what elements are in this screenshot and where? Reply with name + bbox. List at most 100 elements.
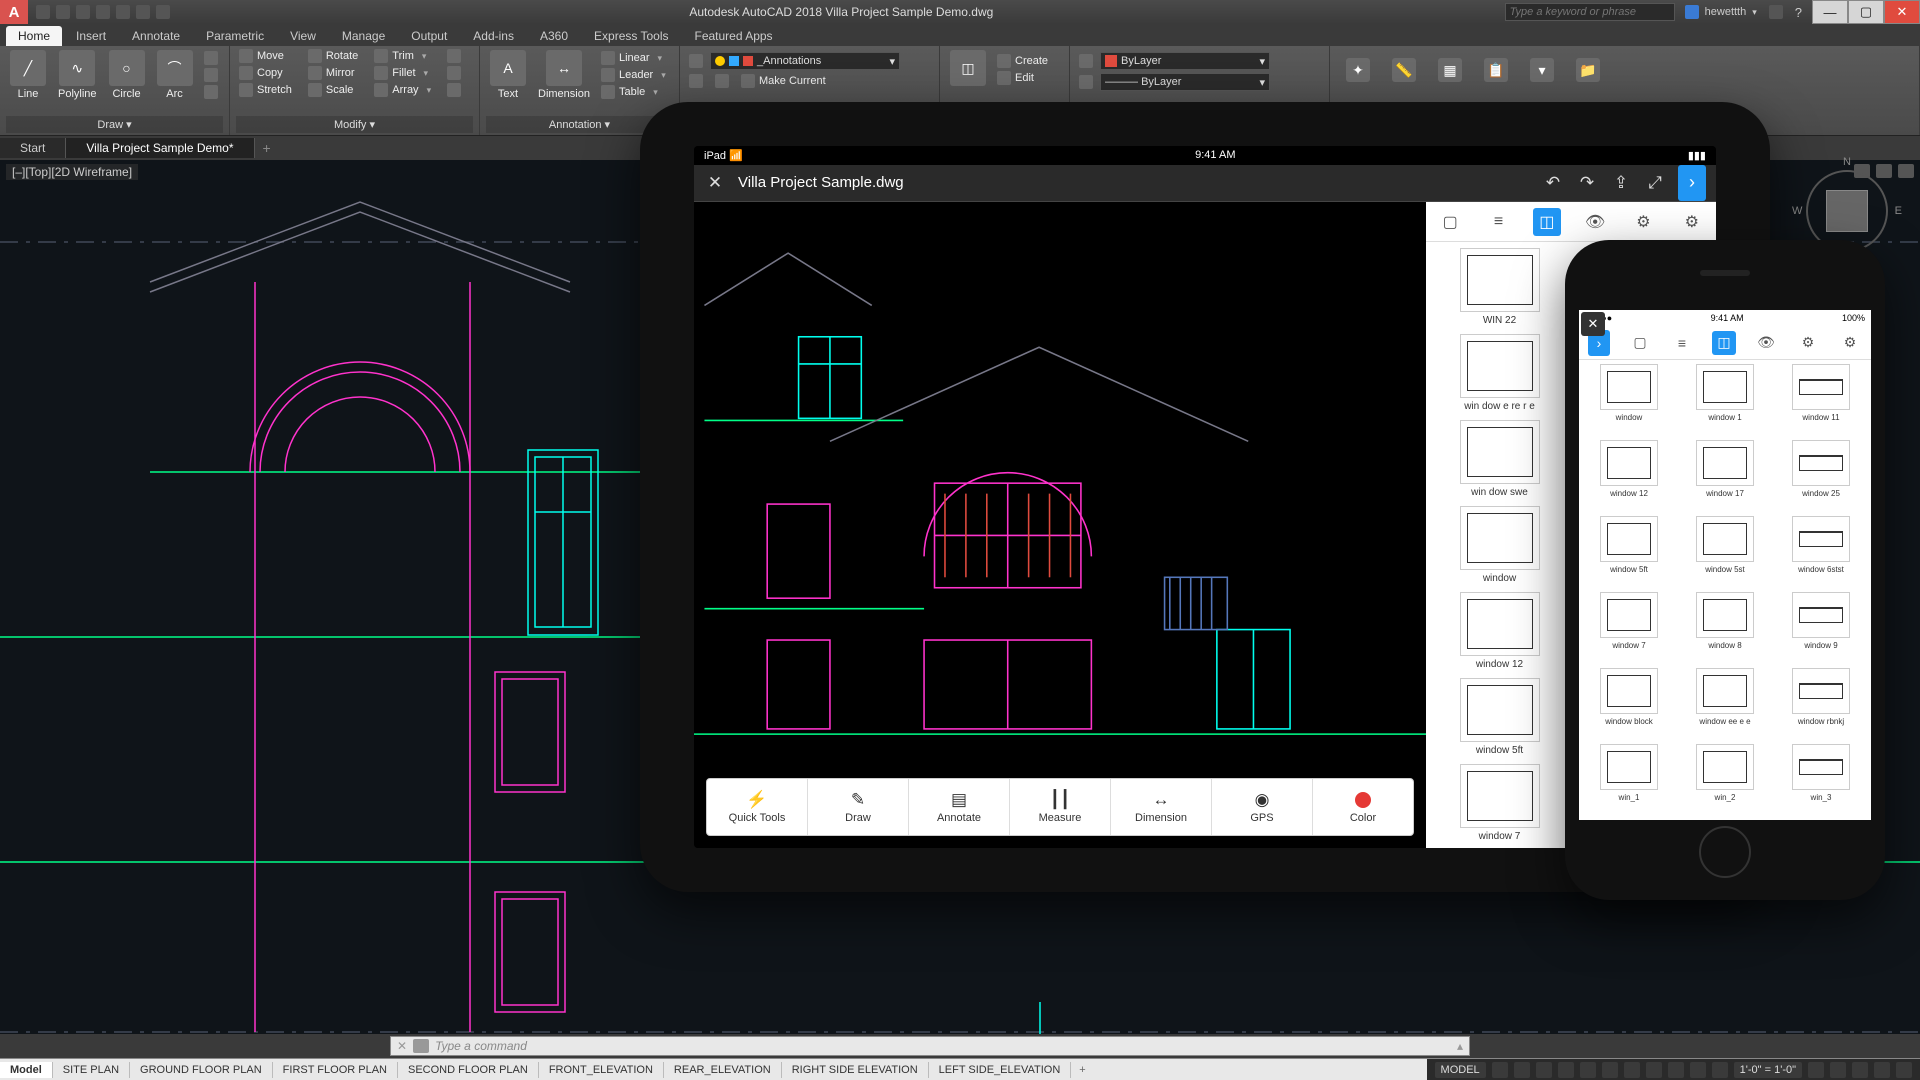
panel-modify-label[interactable]: Modify ▾ [236, 116, 473, 133]
status-osnap-icon[interactable] [1580, 1062, 1596, 1078]
layout-model[interactable]: Model [0, 1062, 53, 1078]
ipad-color[interactable]: Color [1313, 779, 1413, 835]
doctab-file[interactable]: Villa Project Sample Demo* [66, 138, 254, 158]
doctab-add[interactable]: + [255, 140, 279, 156]
layout-add[interactable]: + [1071, 1062, 1093, 1078]
offset-button[interactable] [444, 82, 464, 98]
block-item[interactable]: window ee e e [1679, 668, 1771, 740]
status-cycle-icon[interactable] [1690, 1062, 1706, 1078]
qat-open-icon[interactable] [56, 5, 70, 19]
scale-button[interactable]: Scale [305, 82, 361, 98]
qat-save-icon[interactable] [76, 5, 90, 19]
measure-button[interactable]: 📏 [1388, 56, 1420, 86]
status-iso-icon[interactable] [1830, 1062, 1846, 1078]
maximize-button[interactable]: ▢ [1848, 0, 1884, 24]
block-item[interactable]: window 12 [1583, 440, 1675, 512]
block-item[interactable]: window 7 [1432, 764, 1567, 842]
block-item[interactable]: win dow swe [1432, 420, 1567, 498]
iphone-adjust-icon[interactable]: ⚙ [1796, 331, 1820, 355]
dimension-button[interactable]: ↔Dimension [534, 48, 594, 102]
ellipse-button[interactable] [201, 67, 221, 83]
explode-button[interactable] [444, 65, 464, 81]
cmd-expand-icon[interactable]: ▴ [1457, 1039, 1463, 1053]
status-clean-icon[interactable] [1874, 1062, 1890, 1078]
tab-manage[interactable]: Manage [330, 26, 397, 46]
ipad-layouts-icon[interactable]: ▢ [1436, 208, 1464, 236]
layer-dropdown[interactable]: _Annotations▾ [710, 52, 900, 70]
erase-button[interactable] [444, 48, 464, 64]
block-item[interactable]: window [1583, 364, 1675, 436]
ipad-view-icon[interactable]: 👁 [1581, 208, 1609, 236]
status-lwt-icon[interactable] [1646, 1062, 1662, 1078]
block-item[interactable]: window 8 [1679, 592, 1771, 664]
iphone-blocks-grid[interactable]: windowwindow 1window 11window 12window 1… [1579, 360, 1871, 820]
status-polar-icon[interactable] [1558, 1062, 1574, 1078]
status-gear-icon[interactable] [1808, 1062, 1824, 1078]
utilities-button[interactable]: ▦ [1434, 56, 1466, 86]
layout-ground[interactable]: GROUND FLOOR PLAN [130, 1062, 273, 1078]
ipad-dimension[interactable]: ↔Dimension [1111, 779, 1212, 835]
tab-view[interactable]: View [278, 26, 328, 46]
block-item[interactable]: window rbnkj [1775, 668, 1867, 740]
block-item[interactable]: window 11 [1775, 364, 1867, 436]
panel-draw-label[interactable]: Draw ▾ [6, 116, 223, 133]
ipad-canvas[interactable]: ⚡Quick Tools ✎Draw ▤Annotate ┃┃Measure ↔… [694, 202, 1426, 848]
iphone-close-button[interactable]: ✕ [1581, 312, 1605, 336]
status-snap-icon[interactable] [1514, 1062, 1530, 1078]
layout-right[interactable]: RIGHT SIDE ELEVATION [782, 1062, 929, 1078]
block-item[interactable]: window 6stst [1775, 516, 1867, 588]
linear-button[interactable]: Linear [598, 50, 669, 66]
vp-close-icon[interactable] [1898, 164, 1914, 178]
ipad-share-icon[interactable]: ⇪ [1610, 172, 1632, 194]
block-item[interactable]: window 5ft [1583, 516, 1675, 588]
layer-off-button[interactable] [712, 73, 732, 89]
tab-addins[interactable]: Add-ins [461, 26, 526, 46]
layout-front[interactable]: FRONT_ELEVATION [539, 1062, 664, 1078]
layer-prop-button[interactable] [686, 53, 706, 69]
move-button[interactable]: Move [236, 48, 295, 64]
layout-rear[interactable]: REAR_ELEVATION [664, 1062, 782, 1078]
line-button[interactable]: ╱Line [6, 48, 50, 102]
ipad-panel-toggle[interactable]: › [1678, 165, 1706, 201]
hatch-button[interactable] [201, 84, 221, 100]
help-search-input[interactable] [1505, 3, 1675, 21]
block-item[interactable]: win_1 [1583, 744, 1675, 816]
fillet-button[interactable]: Fillet [371, 65, 434, 81]
block-item[interactable]: window 5st [1679, 516, 1771, 588]
user-menu[interactable]: hewettth ▾ ? [1675, 5, 1812, 20]
iphone-blocks-icon[interactable]: ◫ [1712, 331, 1736, 355]
ipad-settings2-icon[interactable]: ⚙ [1629, 208, 1657, 236]
stretch-button[interactable]: Stretch [236, 82, 295, 98]
layer-iso-button[interactable] [686, 73, 706, 89]
qat-saveas-icon[interactable] [96, 5, 110, 19]
ipad-quicktools[interactable]: ⚡Quick Tools [707, 779, 808, 835]
qat-new-icon[interactable] [36, 5, 50, 19]
app-logo[interactable]: A [0, 0, 28, 24]
arc-button[interactable]: ⌒Arc [153, 48, 197, 102]
clipboard-button[interactable]: 📋 [1480, 56, 1512, 86]
linetype-dropdown[interactable]: ——— ByLayer▾ [1100, 73, 1270, 91]
ipad-expand-icon[interactable]: ⤢ [1644, 172, 1666, 194]
ipad-redo-icon[interactable]: ↷ [1576, 172, 1598, 194]
vp-min-icon[interactable] [1854, 164, 1870, 178]
block-item[interactable]: window 5ft [1432, 678, 1567, 756]
block-item[interactable]: win dow e re r e [1432, 334, 1567, 412]
block-item[interactable]: win_2 [1679, 744, 1771, 816]
qat-plot-icon[interactable] [116, 5, 130, 19]
tab-home[interactable]: Home [6, 26, 62, 46]
block-item[interactable]: window 25 [1775, 440, 1867, 512]
block-item[interactable]: window 1 [1679, 364, 1771, 436]
group-button[interactable]: ✦ [1342, 56, 1374, 86]
make-current-button[interactable]: Make Current [738, 73, 829, 89]
circle-button[interactable]: ○Circle [105, 48, 149, 102]
qat-undo-icon[interactable] [136, 5, 150, 19]
ipad-annotate[interactable]: ▤Annotate [909, 779, 1010, 835]
status-grid-icon[interactable] [1492, 1062, 1508, 1078]
ipad-layers-icon[interactable]: ≡ [1484, 208, 1512, 236]
insert-block-button[interactable]: ◫ [946, 48, 990, 90]
tab-parametric[interactable]: Parametric [194, 26, 276, 46]
ipad-gps[interactable]: ◉GPS [1212, 779, 1313, 835]
edit-block-button[interactable]: Edit [994, 70, 1051, 86]
table-button[interactable]: Table [598, 84, 669, 100]
status-3dosnap-icon[interactable] [1602, 1062, 1618, 1078]
